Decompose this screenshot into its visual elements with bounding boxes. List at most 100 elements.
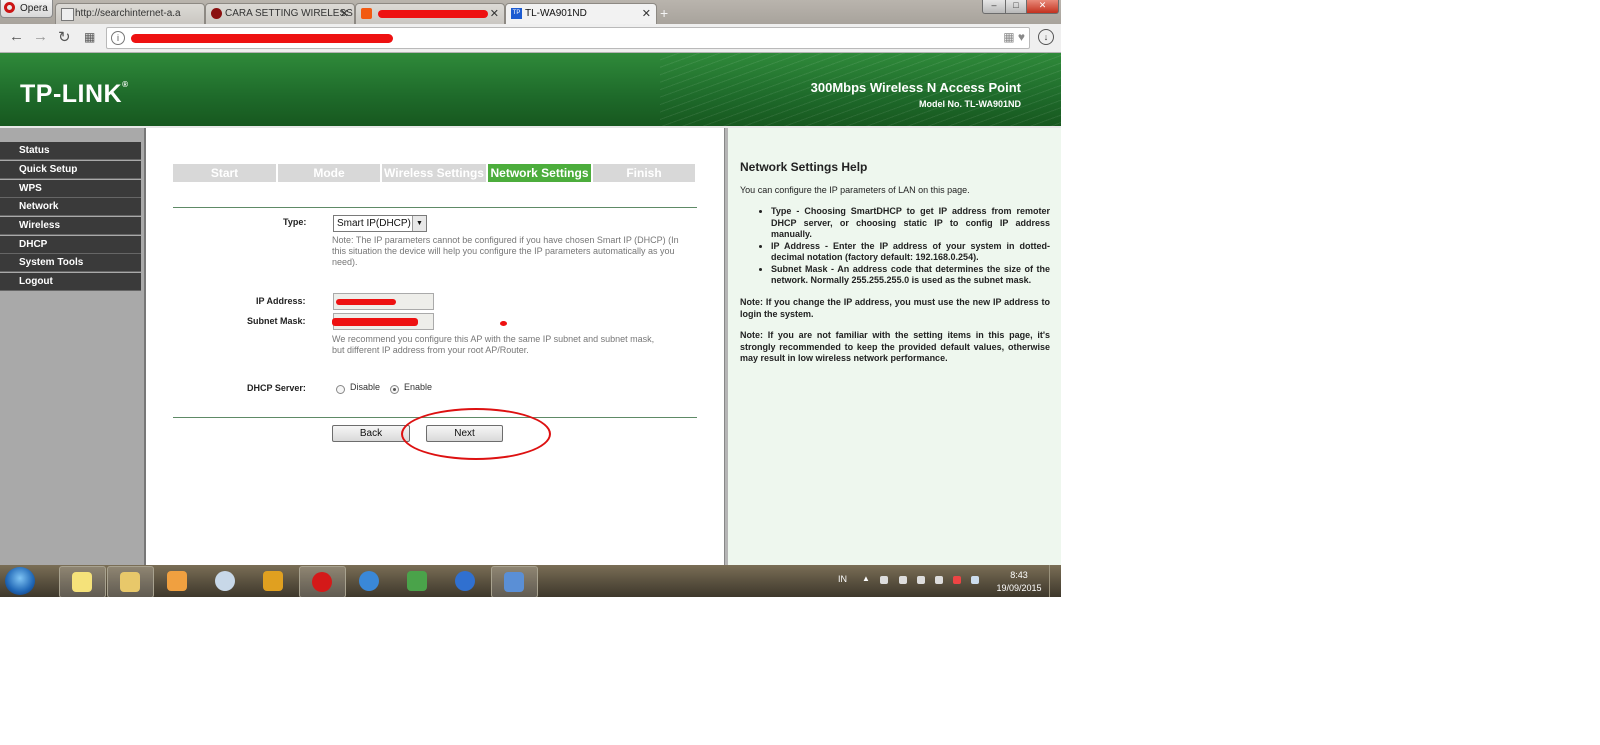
tab-close-icon[interactable]: ✕: [642, 7, 651, 20]
tab-cara-setting[interactable]: CARA SETTING WIRELESS ✕: [205, 3, 355, 25]
taskbar-ie[interactable]: [347, 566, 392, 596]
network-icon[interactable]: [917, 576, 925, 584]
redacted-value: [336, 299, 396, 305]
menu-item-quick-setup[interactable]: Quick Setup: [0, 161, 141, 179]
window-controls: – □ ✕: [982, 0, 1059, 14]
tp-link-favicon-icon: TP: [511, 8, 522, 19]
redacted-url: [131, 34, 393, 43]
browser-tab-bar: Opera http://searchinternet-a.a CARA SET…: [0, 0, 1061, 25]
menu-item-network[interactable]: Network: [0, 198, 141, 216]
subnet-mask-field[interactable]: [332, 313, 434, 330]
menu-label: Status: [19, 145, 50, 156]
opera-menu-button[interactable]: Opera: [0, 0, 53, 18]
clock-time: 8:43: [1010, 570, 1028, 580]
minimize-icon[interactable]: –: [982, 0, 1006, 14]
system-tray: IN ▲ 8:43 19/09/2015: [822, 565, 1061, 597]
dhcp-disable-label: Disable: [350, 382, 381, 392]
dropbox-icon[interactable]: [971, 576, 979, 584]
taskbar-paint[interactable]: [203, 566, 248, 596]
tab-title: TL-WA901ND: [525, 8, 587, 19]
redacted-value: [332, 318, 418, 326]
menu-item-wireless[interactable]: Wireless: [0, 217, 141, 235]
speed-dial-icon[interactable]: ▦: [84, 30, 95, 44]
tab-search-internet[interactable]: http://searchinternet-a.a: [55, 3, 205, 25]
show-desktop-button[interactable]: [1049, 565, 1061, 597]
internet-explorer-icon: [359, 571, 379, 591]
seven-app-icon: [263, 571, 283, 591]
bookmark-heart-icon[interactable]: ▦ ♥: [1003, 30, 1025, 44]
reload-icon[interactable]: ↻: [58, 28, 71, 46]
network-tool-icon: [504, 572, 524, 592]
type-label: Type:: [283, 217, 307, 227]
menu-item-status[interactable]: Status: [0, 142, 141, 160]
swirl-app-icon: [455, 571, 475, 591]
download-icon[interactable]: ↓: [1038, 29, 1054, 45]
taskbar-sticky-notes[interactable]: [59, 566, 106, 597]
menu-item-wps[interactable]: WPS: [0, 180, 141, 198]
help-intro: You can configure the IP parameters of L…: [740, 185, 970, 195]
step-finish: Finish: [593, 164, 695, 182]
taskbar-media-player[interactable]: [155, 566, 200, 596]
back-button[interactable]: Back: [332, 425, 410, 442]
tray-app-icon[interactable]: [880, 576, 888, 584]
tab-close-icon[interactable]: ✕: [340, 7, 349, 20]
menu-item-logout[interactable]: Logout: [0, 273, 141, 291]
ip-address-field[interactable]: [333, 293, 434, 310]
language-indicator[interactable]: IN: [838, 574, 847, 584]
redaction-dot: [500, 321, 507, 326]
menu-item-system-tools[interactable]: System Tools: [0, 254, 141, 272]
main-content: Start Mode Wireless Settings Network Set…: [146, 128, 724, 565]
subnet-mask-label: Subnet Mask:: [247, 316, 306, 326]
clock[interactable]: 8:43 19/09/2015: [994, 569, 1044, 595]
new-tab-icon[interactable]: +: [660, 5, 668, 21]
dhcp-enable-label: Enable: [404, 382, 433, 392]
site-icon: [361, 8, 372, 19]
taskbar-explorer[interactable]: [107, 566, 154, 597]
volume-icon[interactable]: [935, 576, 943, 584]
taskbar-games[interactable]: [395, 566, 440, 596]
step-start: Start: [173, 164, 276, 182]
menu-label: Logout: [19, 276, 53, 287]
opera-icon: [312, 572, 332, 592]
site-info-icon[interactable]: i: [111, 31, 125, 45]
taskbar-app[interactable]: [443, 566, 488, 596]
dhcp-enable-radio[interactable]: [390, 385, 399, 394]
clock-date: 19/09/2015: [996, 583, 1042, 593]
close-window-icon[interactable]: ✕: [1026, 0, 1059, 14]
logo-text: TP-LINK: [20, 80, 123, 108]
menu-label: System Tools: [19, 257, 84, 268]
dhcp-disable-radio[interactable]: [336, 385, 345, 394]
tab-tl-wa901nd[interactable]: TP TL-WA901ND ✕: [505, 3, 657, 25]
menu-label: DHCP: [19, 239, 48, 250]
opera-menu-label: Opera: [20, 3, 48, 14]
action-center-icon[interactable]: [953, 576, 961, 584]
back-arrow-icon[interactable]: ←: [9, 28, 24, 45]
tab-close-icon[interactable]: ✕: [490, 7, 499, 20]
product-name: 300Mbps Wireless N Access Point: [810, 80, 1021, 95]
type-select[interactable]: Smart IP(DHCP) ▼: [333, 215, 427, 232]
help-note-defaults: Note: If you are not familiar with the s…: [740, 330, 1050, 363]
games-icon: [407, 571, 427, 591]
help-title: Network Settings Help: [740, 160, 868, 174]
menu-label: Network: [19, 201, 59, 212]
battery-icon[interactable]: [899, 576, 907, 584]
step-wireless-settings: Wireless Settings: [382, 164, 486, 182]
maximize-icon[interactable]: □: [1005, 0, 1027, 14]
model-number: Model No. TL-WA901ND: [918, 99, 1021, 109]
forward-arrow-icon[interactable]: →: [33, 28, 48, 45]
taskbar-network-tool[interactable]: [491, 566, 538, 597]
tab-redacted[interactable]: ✕: [355, 3, 505, 25]
help-item-subnet-mask: Subnet Mask - An address code that deter…: [771, 264, 1050, 287]
top-divider: [173, 207, 697, 208]
url-field[interactable]: i ▦ ♥: [106, 27, 1030, 49]
show-hidden-icons-icon[interactable]: ▲: [862, 574, 870, 583]
paint-icon: [215, 571, 235, 591]
address-toolbar: ← → ↻ ▦ i ▦ ♥ ↓: [0, 24, 1061, 53]
help-note-ip: Note: If you change the IP address, you …: [740, 297, 1050, 319]
taskbar-opera[interactable]: [299, 566, 346, 597]
taskbar-seven[interactable]: [251, 566, 296, 596]
menu-item-dhcp[interactable]: DHCP: [0, 236, 141, 254]
type-note: Note: The IP parameters cannot be config…: [332, 235, 679, 267]
menu-label: WPS: [19, 183, 42, 194]
start-button[interactable]: [5, 567, 35, 595]
